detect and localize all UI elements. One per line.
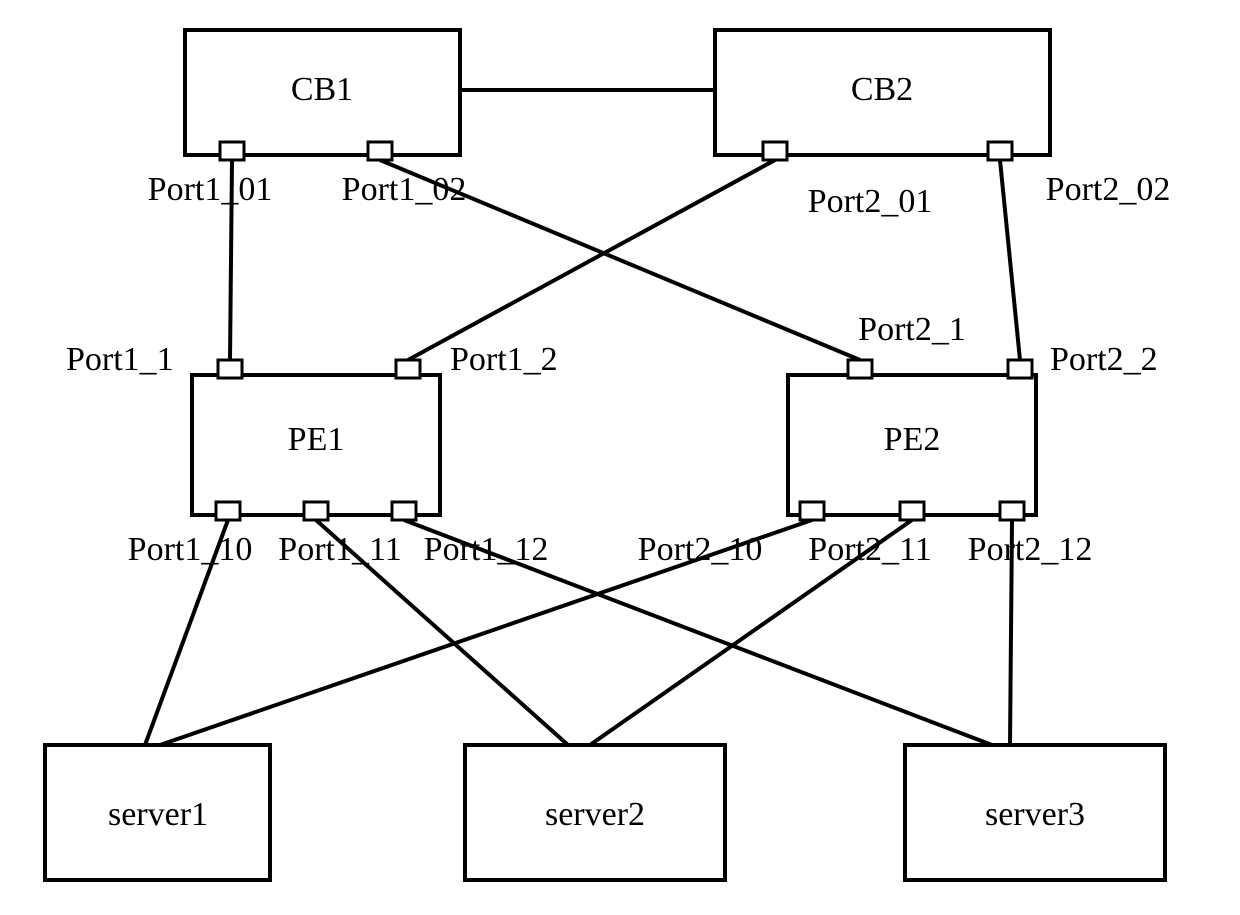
port-pe2-1-label: Port2_1: [858, 311, 966, 348]
port-cb1-01-label: Port1_01: [148, 171, 273, 208]
cb2-label: CB2: [851, 71, 913, 108]
port-cb2-01-label: Port2_01: [808, 183, 933, 220]
port-pe1-10-label: Port1_10: [128, 531, 253, 568]
network-topology-diagram: CB1 Port1_01 Port1_02 CB2 Port2_01 Port2…: [0, 0, 1240, 915]
node-cb2: CB2: [715, 30, 1050, 160]
port-cb2-01: [763, 142, 787, 160]
pe2-label: PE2: [884, 421, 941, 458]
node-server3: server3: [905, 745, 1165, 880]
port-pe1-11-label: Port1_11: [278, 531, 401, 568]
port-pe2-11: [900, 502, 924, 520]
server3-label: server3: [985, 796, 1085, 833]
port-pe2-10-label: Port2_10: [638, 531, 763, 568]
port-pe1-12-label: Port1_12: [424, 531, 549, 568]
port-pe1-2: [396, 360, 420, 378]
cb1-label: CB1: [291, 71, 353, 108]
port-pe2-10: [800, 502, 824, 520]
server1-label: server1: [108, 796, 208, 833]
server2-label: server2: [545, 796, 645, 833]
port-pe2-12-label: Port2_12: [968, 531, 1093, 568]
node-server1: server1: [45, 745, 270, 880]
node-server2: server2: [465, 745, 725, 880]
port-pe1-11: [304, 502, 328, 520]
port-pe2-2: [1008, 360, 1032, 378]
port-pe2-12: [1000, 502, 1024, 520]
port-cb2-02: [988, 142, 1012, 160]
port-pe2-2-label: Port2_2: [1050, 341, 1158, 378]
port-cb1-01: [220, 142, 244, 160]
port-pe1-1-label: Port1_1: [66, 341, 174, 378]
port-pe2-1: [848, 360, 872, 378]
node-pe1: PE1: [192, 360, 440, 520]
pe1-label: PE1: [288, 421, 345, 458]
port-cb2-02-label: Port2_02: [1046, 171, 1171, 208]
port-cb1-02-label: Port1_02: [342, 171, 467, 208]
port-cb1-02: [368, 142, 392, 160]
port-pe1-1: [218, 360, 242, 378]
port-pe1-12: [392, 502, 416, 520]
node-pe2: PE2: [788, 360, 1036, 520]
node-cb1: CB1: [185, 30, 460, 160]
port-pe1-10: [216, 502, 240, 520]
link-cb2-pe2: [1000, 160, 1020, 360]
port-pe2-11-label: Port2_11: [808, 531, 931, 568]
port-pe1-2-label: Port1_2: [450, 341, 558, 378]
